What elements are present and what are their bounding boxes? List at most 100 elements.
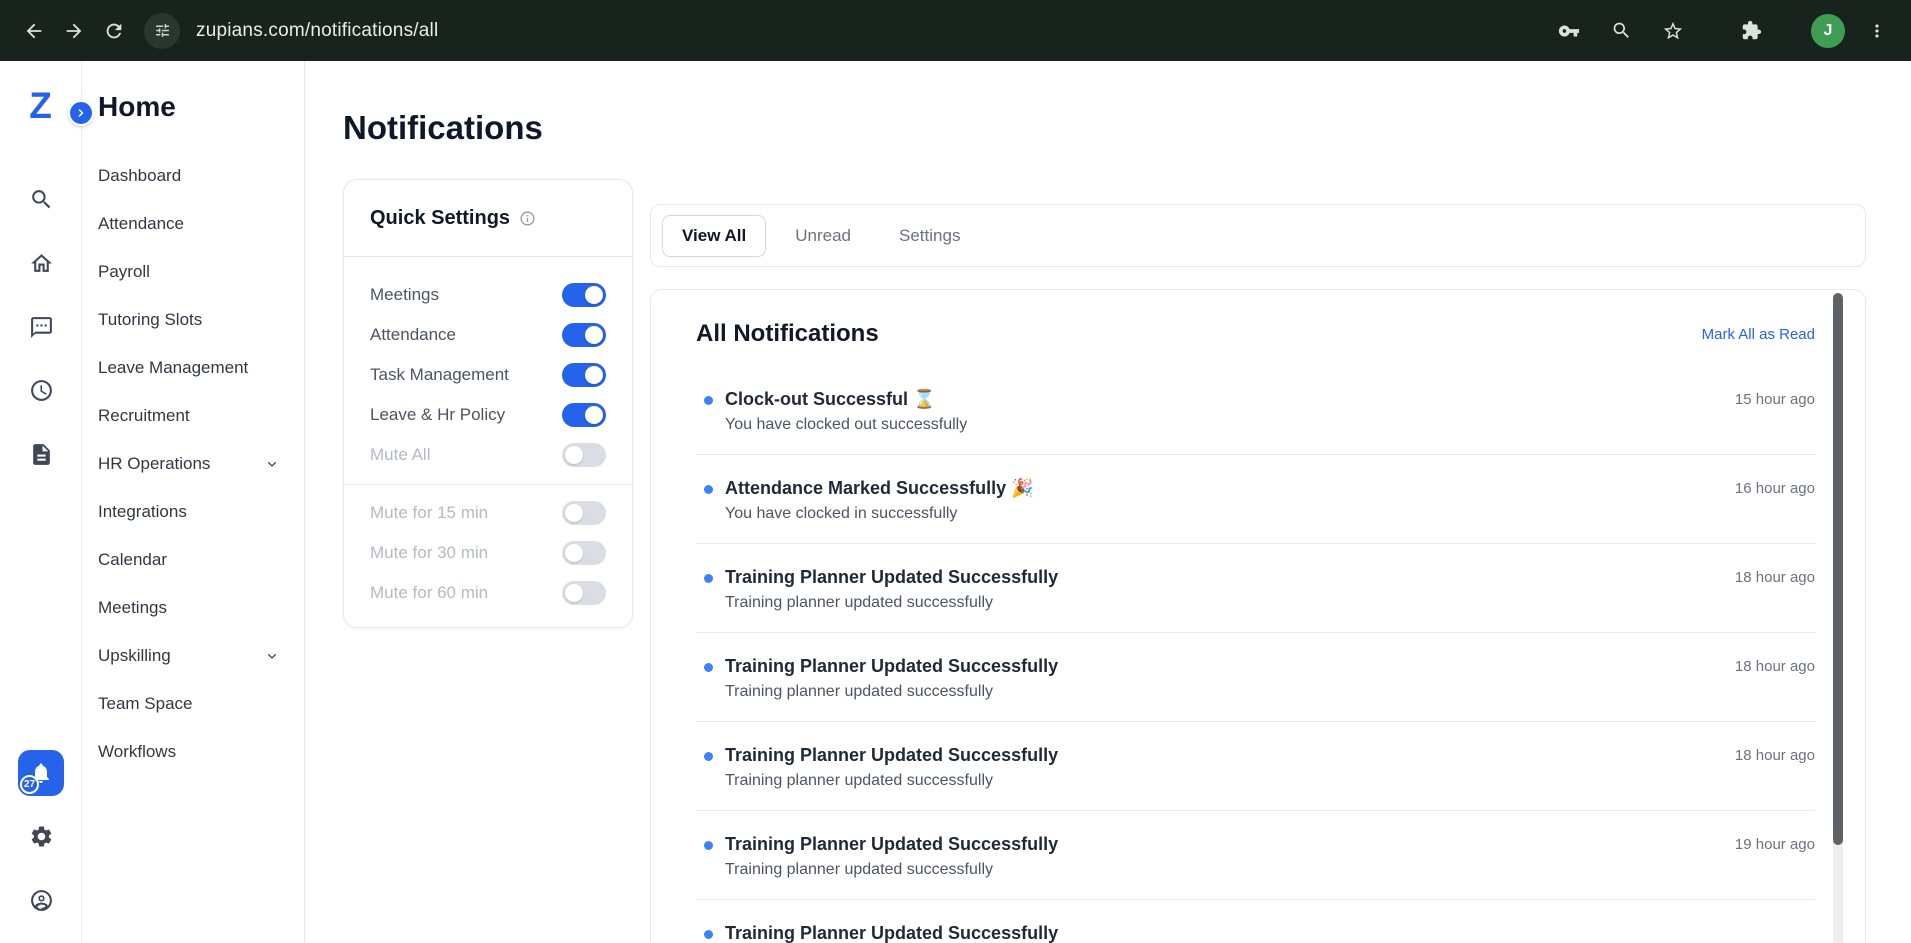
sidebar-item[interactable]: Dashboard [82,152,304,200]
toggle-label: Mute for 30 min [370,543,488,563]
sidebar-nav: Dashboard Attendance Payroll Tut [82,152,304,776]
bookmark-button[interactable] [1653,11,1693,51]
toggle-label: Mute for 15 min [370,503,488,523]
profile-avatar[interactable]: J [1811,14,1845,48]
sidebar-item-label: Payroll [98,262,150,282]
notifications-title: All Notifications [696,320,879,348]
sidebar-item[interactable]: Payroll [82,248,304,296]
sidebar-item[interactable]: Integrations [82,488,304,536]
notification-item[interactable]: Training Planner Updated Successfully Tr… [696,722,1815,811]
toggle-label: Meetings [370,285,439,305]
rail-home-button[interactable] [21,243,61,283]
home-icon [29,251,54,276]
sidebar-item[interactable]: Workflows [82,728,304,776]
browser-menu-button[interactable] [1857,11,1897,51]
tab[interactable]: Settings [880,215,979,257]
notification-item[interactable]: Training Planner Updated Successfully Tr… [696,811,1815,900]
page-title: Notifications [343,109,543,147]
toggle-switch[interactable] [562,283,606,307]
search-icon [29,187,54,212]
toggle-row: Mute for 60 min [370,573,606,613]
rail-profile-button[interactable] [21,880,61,920]
rail-chat-button[interactable] [21,307,61,347]
notification-subtitle: Training planner updated successfully [725,860,1735,879]
site-info-icon [154,22,171,39]
toggle-row: Attendance [370,315,606,355]
password-manager-button[interactable] [1549,11,1589,51]
sidebar-item[interactable]: Tutoring Slots [82,296,304,344]
unread-dot-icon [704,663,713,672]
notification-item[interactable]: Training Planner Updated Successfully Tr… [696,544,1815,633]
toggle-switch[interactable] [562,541,606,565]
rail-search-button[interactable] [21,179,61,219]
site-info-button[interactable] [144,13,180,49]
notification-time: 18 hour ago [1735,658,1815,675]
tab[interactable]: View All [662,215,766,257]
sidebar-item[interactable]: Upskilling [82,632,304,680]
rail-tasks-button[interactable] [21,434,61,474]
notifications-panel: All Notifications Mark All as Read Clock… [650,289,1866,943]
sidebar-item[interactable]: Meetings [82,584,304,632]
sidebar-item-label: Team Space [98,694,193,714]
unread-dot-icon [704,930,713,939]
scrollbar-thumb[interactable] [1833,293,1843,845]
notification-item[interactable]: Training Planner Updated Successfully [696,900,1815,943]
notification-time: 19 hour ago [1735,836,1815,853]
sidebar-collapse-button[interactable] [68,100,94,126]
notification-title: Training Planner Updated Successfully [725,833,1735,855]
sidebar-item-label: Dashboard [98,166,181,186]
sidebar-item[interactable]: Leave Management [82,344,304,392]
toggle-switch[interactable] [562,323,606,347]
sidebar-item-label: Tutoring Slots [98,310,202,330]
forward-button[interactable] [54,11,94,51]
reload-button[interactable] [94,11,134,51]
toggle-label: Attendance [370,325,456,345]
sidebar-item[interactable]: Attendance [82,200,304,248]
sidebar-item[interactable]: Calendar [82,536,304,584]
sidebar-item[interactable]: Team Space [82,680,304,728]
rail-notifications-button[interactable]: 27 [18,750,64,796]
notification-time: 15 hour ago [1735,391,1815,408]
rail-settings-button[interactable] [21,816,61,856]
extensions-button[interactable] [1731,11,1771,51]
toggle-switch[interactable] [562,581,606,605]
extensions-puzzle-icon [1741,20,1762,41]
toggle-row: Leave & Hr Policy [370,395,606,435]
notification-title: Training Planner Updated Successfully [725,744,1735,766]
notification-time: 18 hour ago [1735,747,1815,764]
sidebar-item-label: Meetings [98,598,167,618]
toggle-switch[interactable] [562,363,606,387]
toggle-switch[interactable] [562,403,606,427]
mark-all-as-read-link[interactable]: Mark All as Read [1702,326,1815,343]
unread-dot-icon [704,396,713,405]
toggle-switch[interactable] [562,501,606,525]
notification-title: Clock-out Successful ⌛ [725,388,1735,410]
quick-settings-title: Quick Settings [370,207,510,230]
notification-item[interactable]: Training Planner Updated Successfully Tr… [696,633,1815,722]
toggle-label: Task Management [370,365,509,385]
sidebar-item[interactable]: HR Operations [82,440,304,488]
zoom-icon [1611,20,1632,41]
password-key-icon [1558,20,1580,42]
toggle-switch[interactable] [562,443,606,467]
profile-icon [29,888,54,913]
unread-dot-icon [704,574,713,583]
notification-subtitle: Training planner updated successfully [725,593,1735,612]
bookmark-star-icon [1662,20,1684,42]
settings-gear-icon [29,824,54,849]
rail-clock-button[interactable] [21,370,61,410]
toggle-row: Mute for 30 min [370,533,606,573]
back-icon [23,20,45,42]
tab[interactable]: Unread [776,215,870,257]
chevron-right-icon [75,107,87,119]
unread-dot-icon [704,841,713,850]
back-button[interactable] [14,11,54,51]
notification-item[interactable]: Clock-out Successful ⌛ You have clocked … [696,366,1815,455]
sidebar-item[interactable]: Recruitment [82,392,304,440]
info-icon[interactable] [519,210,536,227]
sidebar-item-label: Integrations [98,502,187,522]
toggle-label: Mute for 60 min [370,583,488,603]
notification-item[interactable]: Attendance Marked Successfully 🎉 You hav… [696,455,1815,544]
address-bar[interactable]: zupians.com/notifications/all [196,20,438,42]
zoom-button[interactable] [1601,11,1641,51]
